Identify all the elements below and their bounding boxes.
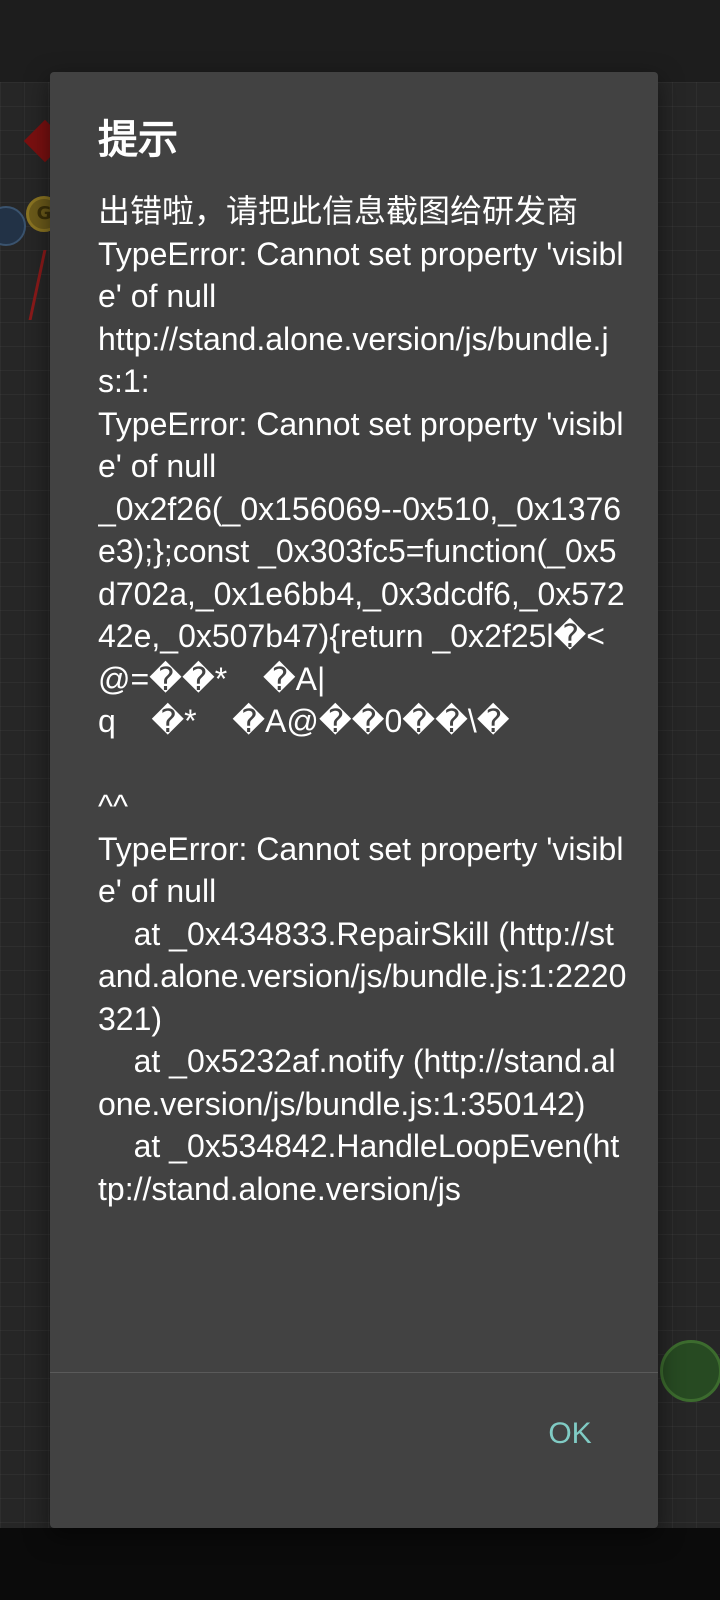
screen: G 提示 出错啦，请把此信息截图给研发商 TypeError: Cannot s… <box>0 0 720 1600</box>
status-bar <box>0 0 720 82</box>
error-dialog: 提示 出错啦，请把此信息截图给研发商 TypeError: Cannot set… <box>50 72 658 1528</box>
dialog-title: 提示 <box>98 117 178 163</box>
navigation-bar <box>0 1528 720 1600</box>
dialog-divider <box>50 1372 658 1373</box>
ok-button[interactable]: OK <box>520 1402 620 1466</box>
error-message[interactable]: 出错啦，请把此信息截图给研发商 TypeError: Cannot set pr… <box>98 190 628 1450</box>
green-action-button <box>660 1340 720 1402</box>
